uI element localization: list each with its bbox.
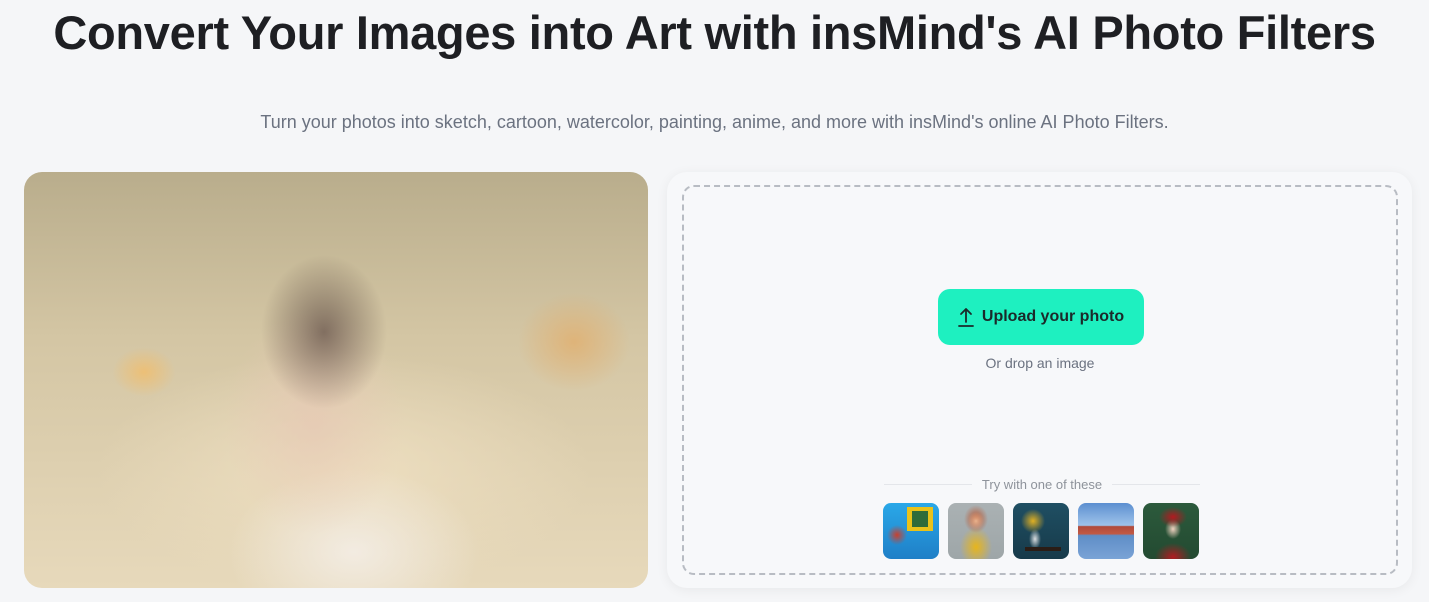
divider-line xyxy=(1112,484,1200,485)
page-title: Convert Your Images into Art with insMin… xyxy=(53,6,1376,59)
divider-line xyxy=(884,484,972,485)
page-subtitle: Turn your photos into sketch, cartoon, w… xyxy=(260,112,1169,132)
sample-image-3[interactable] xyxy=(1013,503,1069,559)
try-samples-label: Try with one of these xyxy=(981,477,1103,492)
sample-image-1[interactable] xyxy=(883,503,939,559)
sample-image-2[interactable] xyxy=(948,503,1004,559)
upload-photo-button[interactable]: Upload your photo xyxy=(938,289,1144,345)
drop-zone[interactable]: Upload your photo Or drop an image Try w… xyxy=(682,185,1398,575)
upload-button-label: Upload your photo xyxy=(981,308,1125,325)
upload-arrow-icon xyxy=(957,307,974,327)
upload-card: Upload your photo Or drop an image Try w… xyxy=(667,172,1412,588)
try-samples-divider: Try with one of these xyxy=(884,477,1200,492)
sample-image-5[interactable] xyxy=(1143,503,1199,559)
drop-hint: Or drop an image xyxy=(985,355,1095,371)
example-result-image xyxy=(24,172,648,588)
sample-image-4[interactable] xyxy=(1078,503,1134,559)
sample-images xyxy=(883,503,1199,559)
